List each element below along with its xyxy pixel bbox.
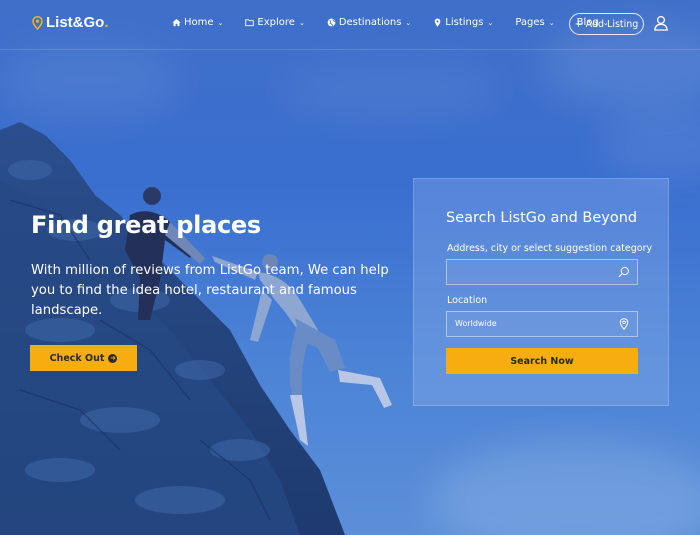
nav-pages[interactable]: Pages ⌄: [515, 17, 554, 28]
user-icon[interactable]: [653, 15, 669, 31]
query-label: Address, city or select suggestion categ…: [447, 243, 653, 254]
location-value: Worldwide: [455, 319, 497, 328]
add-listing-button[interactable]: + Add Listing: [569, 13, 644, 35]
nav-home-label: Home: [184, 17, 214, 28]
check-out-button[interactable]: Check Out ➜: [30, 345, 137, 371]
nav-destinations[interactable]: Destinations ⌄: [327, 17, 411, 28]
search-panel-title: Search ListGo and Beyond: [446, 210, 638, 226]
search-now-button[interactable]: Search Now: [446, 348, 638, 374]
map-pin-icon: [434, 18, 441, 27]
search-panel: Search ListGo and Beyond Address, city o…: [413, 178, 669, 406]
nav-home[interactable]: Home ⌄: [172, 17, 223, 28]
query-input[interactable]: [446, 259, 638, 285]
map-pin-logo-icon: [32, 15, 43, 30]
chevron-down-icon: ⌄: [217, 18, 224, 27]
location-label: Location: [447, 295, 488, 306]
arrow-right-circle-icon: ➜: [108, 353, 118, 363]
map-pin-icon: [619, 318, 629, 330]
nav-listings[interactable]: Listings ⌄: [433, 17, 493, 28]
nav-destinations-label: Destinations: [338, 17, 402, 28]
brand-name: List&Go.: [46, 14, 109, 31]
home-icon: [172, 18, 181, 27]
nav-explore-label: Explore: [257, 17, 295, 28]
nav-listings-label: Listings: [445, 17, 484, 28]
chevron-down-icon: ⌄: [548, 18, 555, 27]
nav-pages-label: Pages: [515, 17, 545, 28]
nav-explore[interactable]: Explore ⌄: [245, 17, 305, 28]
hero-section: List&Go. Home ⌄ Explore ⌄ Destinations ⌄ Li…: [0, 0, 700, 535]
check-out-label: Check Out: [49, 352, 105, 364]
hero-subline: With million of reviews from ListGo team…: [31, 263, 389, 318]
main-menu: Home ⌄ Explore ⌄ Destinations ⌄ Listings ⌄ P…: [172, 17, 631, 28]
folder-icon: [245, 19, 255, 27]
top-navbar: List&Go. Home ⌄ Explore ⌄ Destinations ⌄ Li…: [0, 0, 700, 50]
logo[interactable]: List&Go.: [32, 14, 109, 31]
hero-headline: Find great places: [31, 211, 261, 239]
globe-icon: [327, 18, 336, 27]
location-input[interactable]: Worldwide: [446, 311, 638, 337]
chevron-down-icon: ⌄: [487, 18, 494, 27]
chevron-down-icon: ⌄: [298, 18, 305, 27]
chevron-down-icon: ⌄: [405, 18, 412, 27]
search-icon: [618, 266, 629, 278]
